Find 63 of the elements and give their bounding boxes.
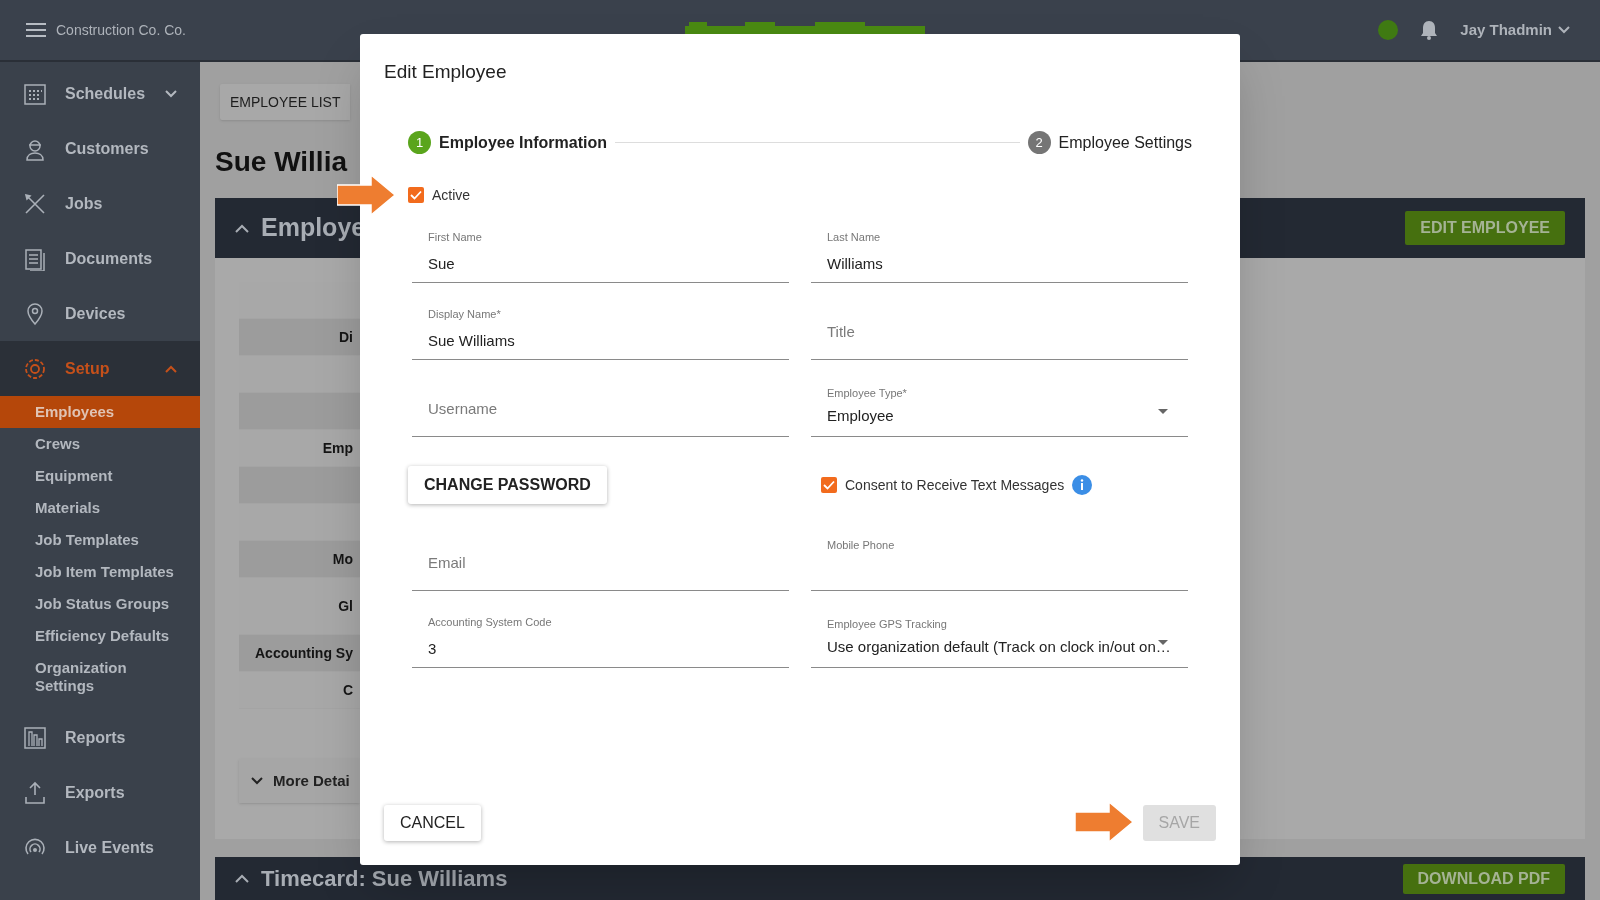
gear-icon bbox=[23, 356, 47, 381]
stepper-step[interactable]: 1 Employee Information bbox=[408, 130, 608, 155]
input-field[interactable]: Title bbox=[811, 297, 1188, 360]
sidebar-subitem[interactable]: Employees bbox=[0, 396, 200, 428]
documents-icon bbox=[23, 246, 47, 271]
dropdown-field[interactable]: Employee GPS Tracking Use organization default (Track on clock in/out on… bbox=[811, 605, 1188, 668]
notifications-button[interactable] bbox=[1420, 20, 1439, 40]
field-label: First Name bbox=[428, 229, 482, 245]
sidebar-subitem[interactable]: Efficiency Defaults bbox=[0, 620, 200, 652]
sidebar-item[interactable]: Jobs bbox=[0, 176, 200, 231]
dropdown-arrow-icon bbox=[1158, 408, 1168, 414]
dropdown-arrow-icon bbox=[1158, 639, 1168, 645]
checkbox-label: Consent to Receive Text Messages bbox=[845, 475, 1065, 495]
stepper-step[interactable]: 2 Employee Settings bbox=[1027, 130, 1192, 155]
sidebar-subitem[interactable]: Equipment bbox=[0, 460, 200, 492]
company-name: Construction Co. Co. bbox=[56, 20, 186, 40]
annotation-arrow bbox=[1075, 802, 1135, 844]
edit-employee-button[interactable]: EDIT EMPLOYEE bbox=[1405, 211, 1565, 245]
field-label: Mobile Phone bbox=[827, 537, 895, 553]
upload-icon bbox=[23, 780, 47, 805]
sidebar-item[interactable]: Customers bbox=[0, 121, 200, 176]
sidebar-item[interactable]: Devices bbox=[0, 286, 200, 341]
menu-button[interactable] bbox=[26, 23, 46, 37]
sidebar-item[interactable]: Exports bbox=[0, 765, 200, 820]
user-menu[interactable]: Jay Thadmin bbox=[1460, 18, 1570, 42]
chevron-down-icon bbox=[1558, 26, 1570, 34]
sidebar-subitem[interactable]: Job Item Templates bbox=[0, 556, 200, 588]
step-number: 1 bbox=[408, 131, 431, 154]
section-title: Employe bbox=[261, 212, 366, 244]
more-details-panel[interactable]: More Detai bbox=[239, 759, 360, 803]
chevron-down-icon bbox=[251, 777, 263, 785]
bar-chart-icon bbox=[23, 725, 47, 750]
step-label: Employee Information bbox=[439, 132, 608, 153]
field-label: Display Name* bbox=[428, 306, 501, 322]
employee-list-button[interactable]: EMPLOYEE LIST bbox=[220, 84, 351, 120]
sidebar-subitem[interactable]: Crews bbox=[0, 428, 200, 460]
cancel-button[interactable]: CANCEL bbox=[384, 805, 481, 841]
tools-icon bbox=[23, 191, 47, 216]
sidebar-subitem[interactable]: Job Templates bbox=[0, 524, 200, 556]
input-field[interactable]: Email bbox=[412, 528, 789, 591]
field-label: Last Name bbox=[827, 229, 881, 245]
section-title: Timecard: Sue Williams bbox=[261, 865, 508, 892]
sidebar-item[interactable]: Documents bbox=[0, 231, 200, 286]
page-title: Sue Willia bbox=[215, 148, 349, 176]
sidebar-item[interactable]: Schedules bbox=[0, 66, 200, 121]
change-password-button[interactable]: CHANGE PASSWORD bbox=[408, 466, 607, 504]
dropdown-field[interactable]: Employee Type* Employee bbox=[811, 374, 1188, 437]
sidebar-item[interactable]: Setup bbox=[0, 341, 200, 396]
checkbox-label: Active bbox=[432, 185, 471, 205]
sidebar-subitem[interactable]: Materials bbox=[0, 492, 200, 524]
sidebar-item[interactable]: Reports bbox=[0, 710, 200, 765]
input-field[interactable]: Username bbox=[412, 374, 789, 437]
sidebar-item[interactable]: Live Events bbox=[0, 820, 200, 875]
dialog-title: Edit Employee bbox=[384, 60, 508, 84]
chevron-up-icon bbox=[235, 874, 249, 883]
step-number: 2 bbox=[1027, 131, 1051, 154]
download-pdf-button[interactable]: DOWNLOAD PDF bbox=[1402, 863, 1565, 894]
sidebar-subitem[interactable]: Job Status Groups bbox=[0, 588, 200, 620]
step-label: Employee Settings bbox=[1058, 132, 1192, 153]
checkbox[interactable] bbox=[408, 187, 424, 203]
checkbox[interactable] bbox=[821, 477, 837, 493]
calendar-icon bbox=[23, 81, 47, 106]
sidebar-subitem[interactable]: Organization Settings bbox=[0, 652, 150, 702]
